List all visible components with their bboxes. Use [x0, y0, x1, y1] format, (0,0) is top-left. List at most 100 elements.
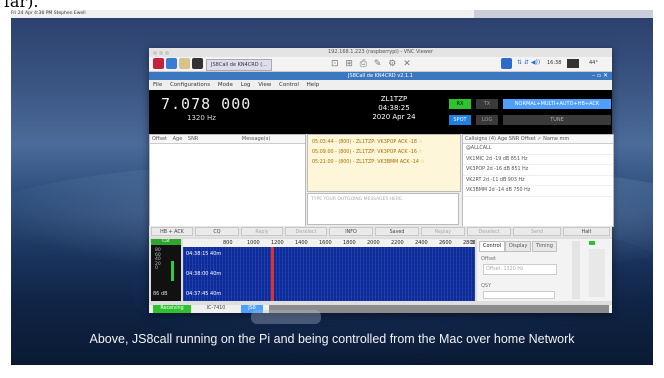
menu-log[interactable]: Log	[241, 82, 251, 88]
mac-desktop-screenshot: Finder File Edit View Go Window Help Fri…	[11, 10, 653, 365]
menu-configurations[interactable]: Configurations	[170, 82, 210, 88]
dial-frequency[interactable]: 7.078 000	[161, 95, 251, 113]
send-button[interactable]: Send	[513, 227, 561, 236]
callsign-row[interactable]: VK2RT 2d -11 dB 903 Hz	[463, 176, 613, 186]
halt-button[interactable]: Halt	[563, 227, 610, 236]
utc-date: 2020 Apr 24	[372, 113, 416, 121]
deselect-button-2[interactable]: Deselect	[467, 227, 511, 236]
offset-field[interactable]: Offset: 1320 Hz	[483, 264, 557, 275]
rx-button[interactable]: RX	[449, 99, 471, 109]
callsign-row[interactable]: @ALLCALL	[463, 144, 613, 155]
offset-group-label: Offset	[481, 256, 497, 262]
vnc-icon[interactable]	[501, 58, 512, 69]
message-pane[interactable]: 05:03:44 - (800) - ZL1TZP: VK3POP ACK -1…	[307, 134, 461, 192]
tick-label: 1200	[271, 240, 284, 246]
status-receiving: Receiving	[153, 305, 191, 313]
message-row[interactable]: 05:03:44 - (800) - ZL1TZP: VK3POP ACK -1…	[308, 138, 460, 148]
menubar-status: Fri 24 Apr 4:38 PM Stephen Ewell	[11, 10, 474, 18]
pi-taskbar: JS8Call de KN4CRD (... ⊡ ⊞ ⎙ ✎ ⚙ ✕ ⇅ ⇵ ◀…	[149, 57, 612, 72]
reply-button[interactable]: Reply	[241, 227, 283, 236]
tick-label: 2000	[367, 240, 380, 246]
menu-help[interactable]: Help	[307, 82, 320, 88]
taskbar-js8call[interactable]: JS8Call de KN4CRD (...	[206, 59, 272, 71]
cpu-temp: 44°	[589, 60, 598, 66]
tick-label: 2600	[439, 240, 452, 246]
tx-level-slider[interactable]	[572, 241, 580, 299]
col-offset[interactable]: Offset	[152, 136, 167, 142]
cpu-monitor	[567, 59, 579, 68]
tick-label: 1000	[247, 240, 260, 246]
station-info: ZL1TZP 04:38:25 2020 Apr 24	[344, 95, 444, 122]
tab-control[interactable]: Control	[479, 241, 506, 252]
tab-timing[interactable]: Timing	[532, 241, 557, 252]
band-activity-pane[interactable]: Offset Age SNR Message(s)	[149, 134, 306, 227]
tick-label: 1400	[295, 240, 308, 246]
tx-button[interactable]: TX	[476, 99, 498, 109]
signal-meter: Cat 80 60 40 20 0 86 dB	[151, 239, 181, 301]
callsign-header: Callsigns (4) Age SNR Offset ✓ Name mm	[463, 135, 613, 144]
message-row[interactable]: 05:09:00 - (800) - ZL1TZP: VK3POP ACK -1…	[308, 148, 460, 158]
menu-mode[interactable]: Mode	[218, 82, 233, 88]
hb-ack-button[interactable]: HB + ACK	[151, 227, 193, 236]
col-snr[interactable]: SNR	[188, 136, 198, 142]
utc-time: 04:38:25	[378, 104, 410, 112]
activity-header: Offset Age SNR Message(s)	[150, 135, 305, 144]
vnc-toolbar-icons[interactable]: ⊡ ⊞ ⎙ ✎ ⚙ ✕	[331, 59, 413, 69]
lower-panel: Cat 80 60 40 20 0 86 dB 800 1000 1200 1400 1…	[149, 237, 612, 305]
bluetooth-wifi-volume-icons[interactable]: ⇅ ⇵ ◀))	[517, 59, 540, 66]
replay-button[interactable]: Replay	[421, 227, 465, 236]
meter-level	[171, 261, 174, 281]
col-age[interactable]: Age	[173, 136, 183, 142]
power-indicator	[589, 241, 595, 245]
meter-db-readout: 86 dB	[153, 291, 168, 297]
window-controls[interactable]: – ▫ ✕	[592, 72, 608, 80]
menu-file[interactable]: File	[153, 82, 162, 88]
info-button[interactable]: INFO	[329, 227, 373, 236]
frequency-display: 7.078 000 1320 Hz ZL1TZP 04:38:25 2020 A…	[149, 90, 612, 134]
mode-indicator[interactable]: NORMAL+MULTI+AUTO+HB+ACK	[503, 99, 611, 109]
vnc-viewer-window: 192.168.1.223 (raspberrypi) - VNC Viewer…	[149, 48, 614, 313]
dock-reflection	[251, 310, 321, 324]
mac-menubar: Finder File Edit View Go Window Help Fri…	[11, 10, 653, 18]
meter-scale: 80 60 40 20 0	[155, 248, 161, 272]
offset-readout: 1320 Hz	[187, 114, 216, 122]
col-message[interactable]: Message(s)	[242, 136, 270, 142]
raspberry-menu-icon[interactable]	[153, 58, 164, 69]
menu-control[interactable]: Control	[279, 82, 299, 88]
spot-button[interactable]: SPOT	[449, 115, 471, 125]
action-button-row: HB + ACK CQ Reply Deselect INFO Saved Re…	[149, 226, 612, 237]
callsign-row[interactable]: VK3BMM 2d -14 dB 750 Hz	[463, 186, 613, 197]
frequency-scale: 800 1000 1200 1400 1600 1800 2000 2200 2…	[183, 239, 475, 247]
taskbar-clock: 16:38	[547, 60, 562, 66]
waterfall[interactable]: 800 1000 1200 1400 1600 1800 2000 2200 2…	[183, 239, 475, 301]
callsign-row[interactable]: VK1MIC 2d -19 dB 851 Hz	[463, 155, 613, 165]
offset-marker[interactable]	[271, 247, 274, 301]
cq-button[interactable]: CQ	[195, 227, 239, 236]
message-row[interactable]: 05:21:00 - (800) - ZL1TZP: VK3BMM ACK -1…	[308, 158, 460, 168]
waterfall-row-label: 04:38:00 40m	[186, 271, 222, 277]
qsy-label: QSY	[481, 283, 492, 289]
tick-label: 800	[223, 240, 233, 246]
js8call-title: JS8Call de KN4CRD v2.1.1	[348, 73, 413, 79]
tune-button[interactable]: TUNE	[503, 115, 611, 125]
log-button[interactable]: LOG	[476, 115, 498, 125]
files-icon[interactable]	[179, 58, 190, 69]
control-panel: Control Display Timing Offset Offset: 13…	[477, 239, 612, 301]
power-slider[interactable]	[589, 249, 605, 297]
outgoing-message-input[interactable]: TYPE YOUR OUTGOING MESSAGES HERE.	[307, 193, 459, 225]
tab-display[interactable]: Display	[505, 241, 532, 252]
qsy-field[interactable]	[483, 291, 555, 299]
menu-view[interactable]: View	[258, 82, 271, 88]
cat-indicator: Cat	[151, 239, 181, 245]
browser-icon[interactable]	[166, 58, 177, 69]
status-radio: IC-7410	[206, 306, 226, 311]
saved-button[interactable]: Saved	[375, 227, 419, 236]
callsign: ZL1TZP	[380, 95, 408, 103]
waterfall-row-label: 04:38:15 40m	[186, 251, 222, 257]
waterfall-row-label: 04:37:45 40m	[186, 291, 222, 297]
vnc-titlebar: 192.168.1.223 (raspberrypi) - VNC Viewer	[149, 48, 612, 57]
callsign-row[interactable]: VK3POP 2d -16 dB 851 Hz	[463, 165, 613, 176]
callsign-list[interactable]: Callsigns (4) Age SNR Offset ✓ Name mm @…	[462, 134, 614, 227]
terminal-icon[interactable]	[192, 58, 203, 69]
deselect-button[interactable]: Deselect	[285, 227, 327, 236]
